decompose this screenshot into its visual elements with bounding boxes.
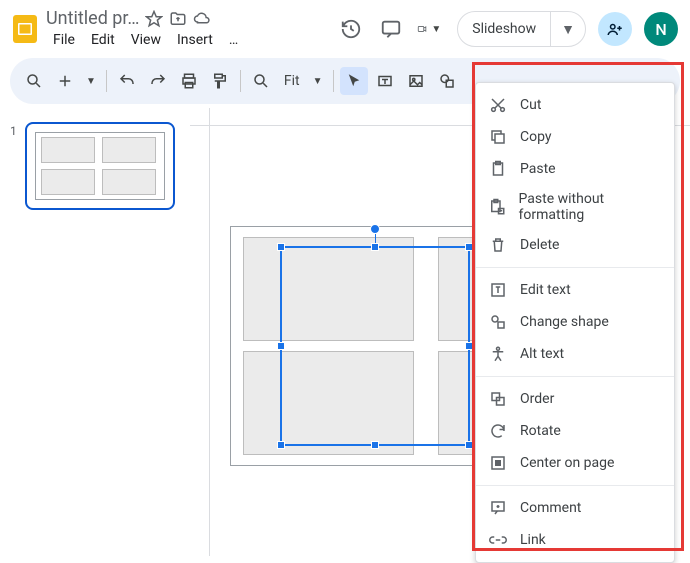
star-icon[interactable] bbox=[145, 10, 163, 28]
ctx-label: Order bbox=[520, 391, 554, 407]
slides-logo[interactable] bbox=[12, 12, 38, 46]
ctx-label: Change shape bbox=[520, 314, 609, 330]
ctx-label: Comment bbox=[520, 500, 581, 516]
rotate-icon bbox=[488, 421, 508, 441]
ctx-label: Cut bbox=[520, 97, 541, 113]
new-slide-dropdown[interactable]: ▼ bbox=[82, 76, 100, 87]
ctx-delete[interactable]: Delete bbox=[476, 229, 674, 261]
select-tool[interactable] bbox=[340, 67, 368, 95]
rotate-handle[interactable] bbox=[370, 224, 380, 234]
resize-handle-bm[interactable] bbox=[371, 441, 379, 449]
ctx-label: Rotate bbox=[520, 423, 561, 439]
shape-tool[interactable] bbox=[433, 67, 461, 95]
resize-handle-tr[interactable] bbox=[465, 243, 473, 251]
document-title[interactable]: Untitled pr… bbox=[46, 8, 139, 29]
zoom-label[interactable]: Fit bbox=[278, 73, 306, 89]
delete-icon bbox=[488, 235, 508, 255]
resize-handle-br[interactable] bbox=[465, 441, 473, 449]
paste-icon bbox=[488, 159, 508, 179]
vertical-ruler bbox=[190, 126, 210, 556]
search-menus-icon[interactable] bbox=[20, 67, 48, 95]
slideshow-button-main[interactable]: Slideshow bbox=[458, 21, 550, 37]
ctx-cut[interactable]: Cut bbox=[476, 89, 674, 121]
ctx-label: Link bbox=[520, 532, 546, 548]
resize-handle-bl[interactable] bbox=[277, 441, 285, 449]
menu-more[interactable]: … bbox=[222, 30, 245, 50]
cloud-status-icon[interactable] bbox=[193, 10, 211, 28]
slideshow-button: Slideshow ▼ bbox=[457, 11, 586, 47]
slide-thumbnail-1[interactable] bbox=[25, 122, 175, 210]
account-avatar[interactable]: N bbox=[644, 12, 678, 46]
ctx-paste[interactable]: Paste bbox=[476, 153, 674, 185]
menu-file[interactable]: File bbox=[46, 30, 82, 50]
comment-icon bbox=[488, 498, 508, 518]
undo-button[interactable] bbox=[113, 67, 141, 95]
share-button[interactable] bbox=[598, 12, 632, 46]
history-icon[interactable] bbox=[337, 15, 365, 43]
accessibility-icon bbox=[488, 344, 508, 364]
ctx-order[interactable]: Order bbox=[476, 383, 674, 415]
textbox-tool[interactable] bbox=[371, 67, 399, 95]
ctx-label: Paste without formatting bbox=[519, 191, 662, 223]
meet-icon[interactable]: ▼ bbox=[417, 15, 445, 43]
order-icon bbox=[488, 389, 508, 409]
paste-plain-icon bbox=[488, 197, 507, 217]
ctx-copy[interactable]: Copy bbox=[476, 121, 674, 153]
ctx-label: Delete bbox=[520, 237, 559, 253]
menu-insert[interactable]: Insert bbox=[170, 30, 220, 50]
ruler-corner bbox=[190, 108, 210, 126]
ctx-link[interactable]: Link bbox=[476, 524, 674, 556]
center-icon bbox=[488, 453, 508, 473]
resize-handle-mr[interactable] bbox=[465, 342, 473, 350]
ctx-edit-text[interactable]: Edit text bbox=[476, 274, 674, 306]
paint-format-button[interactable] bbox=[206, 67, 234, 95]
cut-icon bbox=[488, 95, 508, 115]
ctx-paste-plain[interactable]: Paste without formatting bbox=[476, 185, 674, 229]
resize-handle-ml[interactable] bbox=[277, 342, 285, 350]
menu-view[interactable]: View bbox=[124, 30, 168, 50]
new-slide-button[interactable] bbox=[51, 67, 79, 95]
ctx-change-shape[interactable]: Change shape bbox=[476, 306, 674, 338]
context-menu: Cut Copy Paste Paste without formatting … bbox=[475, 82, 675, 563]
selected-shape[interactable] bbox=[280, 246, 470, 446]
edit-text-icon bbox=[488, 280, 508, 300]
ctx-label: Paste bbox=[520, 161, 556, 177]
ctx-label: Center on page bbox=[520, 455, 614, 471]
move-folder-icon[interactable] bbox=[169, 10, 187, 28]
change-shape-icon bbox=[488, 312, 508, 332]
ctx-label: Alt text bbox=[520, 346, 564, 362]
ctx-alt-text[interactable]: Alt text bbox=[476, 338, 674, 370]
resize-handle-tm[interactable] bbox=[371, 243, 379, 251]
copy-icon bbox=[488, 127, 508, 147]
print-button[interactable] bbox=[175, 67, 203, 95]
zoom-tool[interactable] bbox=[247, 67, 275, 95]
titlebar: Untitled pr… File Edit View Insert … ▼ S… bbox=[0, 0, 690, 52]
redo-button[interactable] bbox=[144, 67, 172, 95]
comments-icon[interactable] bbox=[377, 15, 405, 43]
ctx-center[interactable]: Center on page bbox=[476, 447, 674, 479]
ctx-label: Edit text bbox=[520, 282, 571, 298]
ctx-rotate[interactable]: Rotate bbox=[476, 415, 674, 447]
ctx-label: Copy bbox=[520, 129, 552, 145]
link-icon bbox=[488, 530, 508, 550]
image-tool[interactable] bbox=[402, 67, 430, 95]
ctx-comment[interactable]: Comment bbox=[476, 492, 674, 524]
resize-handle-tl[interactable] bbox=[277, 243, 285, 251]
menu-edit[interactable]: Edit bbox=[84, 30, 122, 50]
slideshow-dropdown[interactable]: ▼ bbox=[550, 12, 585, 46]
slide-number: 1 bbox=[10, 122, 17, 210]
zoom-dropdown[interactable]: ▼ bbox=[309, 76, 327, 87]
menu-bar: File Edit View Insert … bbox=[46, 30, 329, 50]
thumbnail-panel: 1 bbox=[0, 108, 190, 556]
